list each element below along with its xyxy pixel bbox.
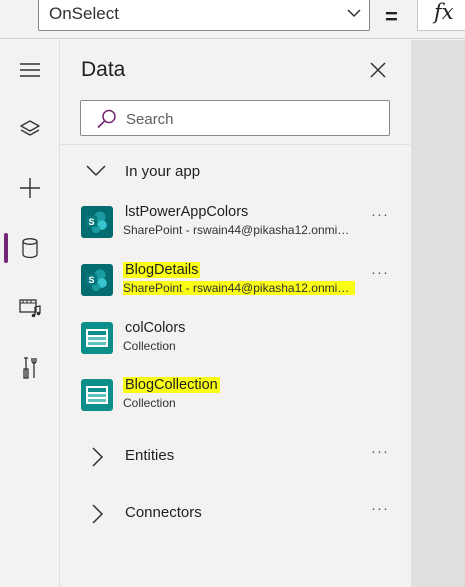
data-source-subtitle: SharePoint - rswain44@pikasha12.onmicros… <box>123 281 355 295</box>
rail-tree-view-button[interactable] <box>0 105 59 153</box>
fx-icon: fx <box>434 0 454 24</box>
layers-icon <box>19 120 40 136</box>
data-source-item[interactable]: S lstPowerAppColors SharePoint - rswain4… <box>61 200 410 246</box>
fx-button[interactable]: fx <box>417 0 465 31</box>
left-rail <box>0 40 60 587</box>
sharepoint-icon: S <box>81 206 113 238</box>
property-dropdown[interactable]: OnSelect <box>38 0 370 31</box>
in-your-app-section-header[interactable]: In your app <box>61 157 410 187</box>
connectors-section-header[interactable]: Connectors ··· <box>61 498 410 528</box>
data-source-name: BlogDetails <box>123 262 201 278</box>
close-icon <box>370 62 386 78</box>
connectors-label: Connectors <box>125 504 202 521</box>
data-source-name: colColors <box>125 320 186 336</box>
svg-text:S: S <box>88 275 94 285</box>
database-icon <box>21 238 38 259</box>
more-options-button[interactable]: ··· <box>371 206 389 223</box>
data-source-item[interactable]: S BlogDetails SharePoint - rswain44@pika… <box>61 258 410 304</box>
in-your-app-label: In your app <box>125 163 201 180</box>
collection-icon <box>81 322 113 354</box>
divider <box>61 144 410 145</box>
more-options-button[interactable]: ··· <box>371 264 389 281</box>
rail-tools-button[interactable] <box>0 344 59 392</box>
data-source-subtitle: SharePoint - rswain44@pikasha12.onmicros… <box>123 223 355 237</box>
formula-bar: OnSelect = fx <box>0 0 465 39</box>
sharepoint-icon: S <box>81 264 113 296</box>
search-box[interactable] <box>80 100 390 136</box>
rail-insert-button[interactable] <box>0 164 59 212</box>
svg-text:S: S <box>88 217 94 227</box>
equals-sign: = <box>385 4 398 29</box>
panel-title: Data <box>81 58 126 81</box>
data-source-subtitle: Collection <box>123 339 176 353</box>
property-value: OnSelect <box>49 4 119 23</box>
collection-icon <box>81 379 113 411</box>
entities-section-header[interactable]: Entities ··· <box>61 441 410 471</box>
rail-menu-button[interactable] <box>0 46 59 94</box>
data-source-subtitle: Collection <box>123 396 176 410</box>
close-button[interactable] <box>367 59 389 81</box>
chevron-right-icon <box>92 504 104 524</box>
data-panel: Data In your app S lstPowerAppColors Sha <box>61 40 410 587</box>
chevron-down-icon <box>86 165 106 177</box>
entities-label: Entities <box>125 447 175 464</box>
data-source-name: BlogCollection <box>123 377 220 393</box>
chevron-right-icon <box>92 447 104 467</box>
hamburger-menu-icon <box>19 63 40 77</box>
search-icon <box>97 109 116 129</box>
rail-data-button[interactable] <box>0 224 59 272</box>
chevron-down-icon <box>347 9 361 18</box>
plus-icon <box>19 178 40 198</box>
data-source-item[interactable]: colColors Collection <box>61 316 410 362</box>
rail-media-button[interactable] <box>0 284 59 332</box>
tools-icon <box>22 357 37 379</box>
search-input[interactable] <box>126 108 376 130</box>
more-options-button[interactable]: ··· <box>371 443 389 460</box>
data-source-item[interactable]: BlogCollection Collection <box>61 373 410 419</box>
media-icon <box>18 299 41 318</box>
canvas-area[interactable] <box>411 40 465 587</box>
more-options-button[interactable]: ··· <box>371 500 389 517</box>
data-source-name: lstPowerAppColors <box>125 204 249 220</box>
